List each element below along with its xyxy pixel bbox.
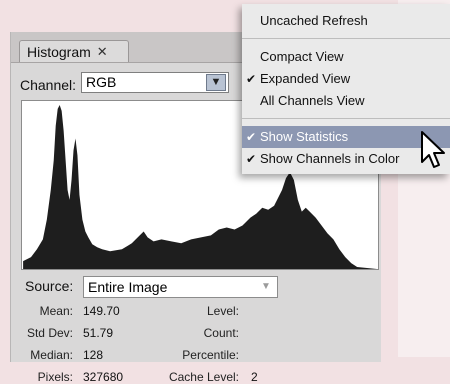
- mean-label: Mean:: [39, 304, 73, 318]
- median-value: 128: [83, 348, 104, 362]
- channel-label: Channel:: [20, 77, 77, 93]
- source-value: Entire Image: [88, 279, 168, 295]
- count-label: Count:: [203, 326, 239, 340]
- percentile-label: Percentile:: [182, 348, 239, 362]
- menu-item-label: Show Channels in Color: [260, 151, 400, 166]
- checkmark-icon: ✔: [246, 72, 257, 86]
- menu-item-compact-view[interactable]: Compact View: [242, 46, 450, 68]
- source-select[interactable]: Entire Image ▼: [83, 276, 278, 298]
- pixels-value: 327680: [83, 370, 124, 384]
- menu-separator: [242, 38, 450, 39]
- close-icon[interactable]: ✕: [97, 44, 108, 60]
- chevron-down-icon[interactable]: ▼: [257, 279, 275, 295]
- checkmark-icon: ✔: [246, 152, 257, 166]
- cache-level-value: 2: [251, 370, 258, 384]
- menu-item-label: Expanded View: [260, 71, 351, 86]
- mean-value: 149.70: [83, 304, 120, 318]
- menu-item-label: All Channels View: [260, 93, 365, 108]
- stddev-label: Std Dev:: [26, 326, 73, 340]
- chevron-down-icon[interactable]: ▼: [206, 74, 226, 91]
- channel-select[interactable]: RGB ▼: [81, 72, 229, 93]
- menu-item-show-channels-in-color[interactable]: ✔ Show Channels in Color: [242, 148, 450, 170]
- median-label: Median:: [30, 348, 73, 362]
- stddev-value: 51.79: [83, 326, 114, 340]
- menu-item-uncached-refresh[interactable]: Uncached Refresh: [242, 10, 450, 32]
- menu-item-show-statistics[interactable]: ✔ Show Statistics: [242, 126, 450, 148]
- pixels-label: Pixels:: [37, 370, 73, 384]
- menu-item-expanded-view[interactable]: ✔ Expanded View: [242, 68, 450, 90]
- cache-level-label: Cache Level:: [168, 370, 239, 384]
- menu-separator: [242, 118, 450, 119]
- menu-item-all-channels-view[interactable]: All Channels View: [242, 90, 450, 112]
- source-label: Source:: [25, 278, 74, 294]
- panel-options-menu: Uncached Refresh Compact View ✔ Expanded…: [242, 4, 450, 174]
- channel-value: RGB: [86, 74, 117, 90]
- menu-item-label: Uncached Refresh: [260, 13, 368, 28]
- tab-histogram[interactable]: Histogram ✕: [19, 40, 129, 62]
- checkmark-icon: ✔: [246, 130, 257, 144]
- menu-item-label: Compact View: [260, 49, 344, 64]
- tab-label: Histogram: [27, 43, 91, 60]
- menu-item-label: Show Statistics: [260, 129, 349, 144]
- arrow-cursor-icon: [421, 131, 445, 168]
- level-label: Level:: [206, 304, 239, 318]
